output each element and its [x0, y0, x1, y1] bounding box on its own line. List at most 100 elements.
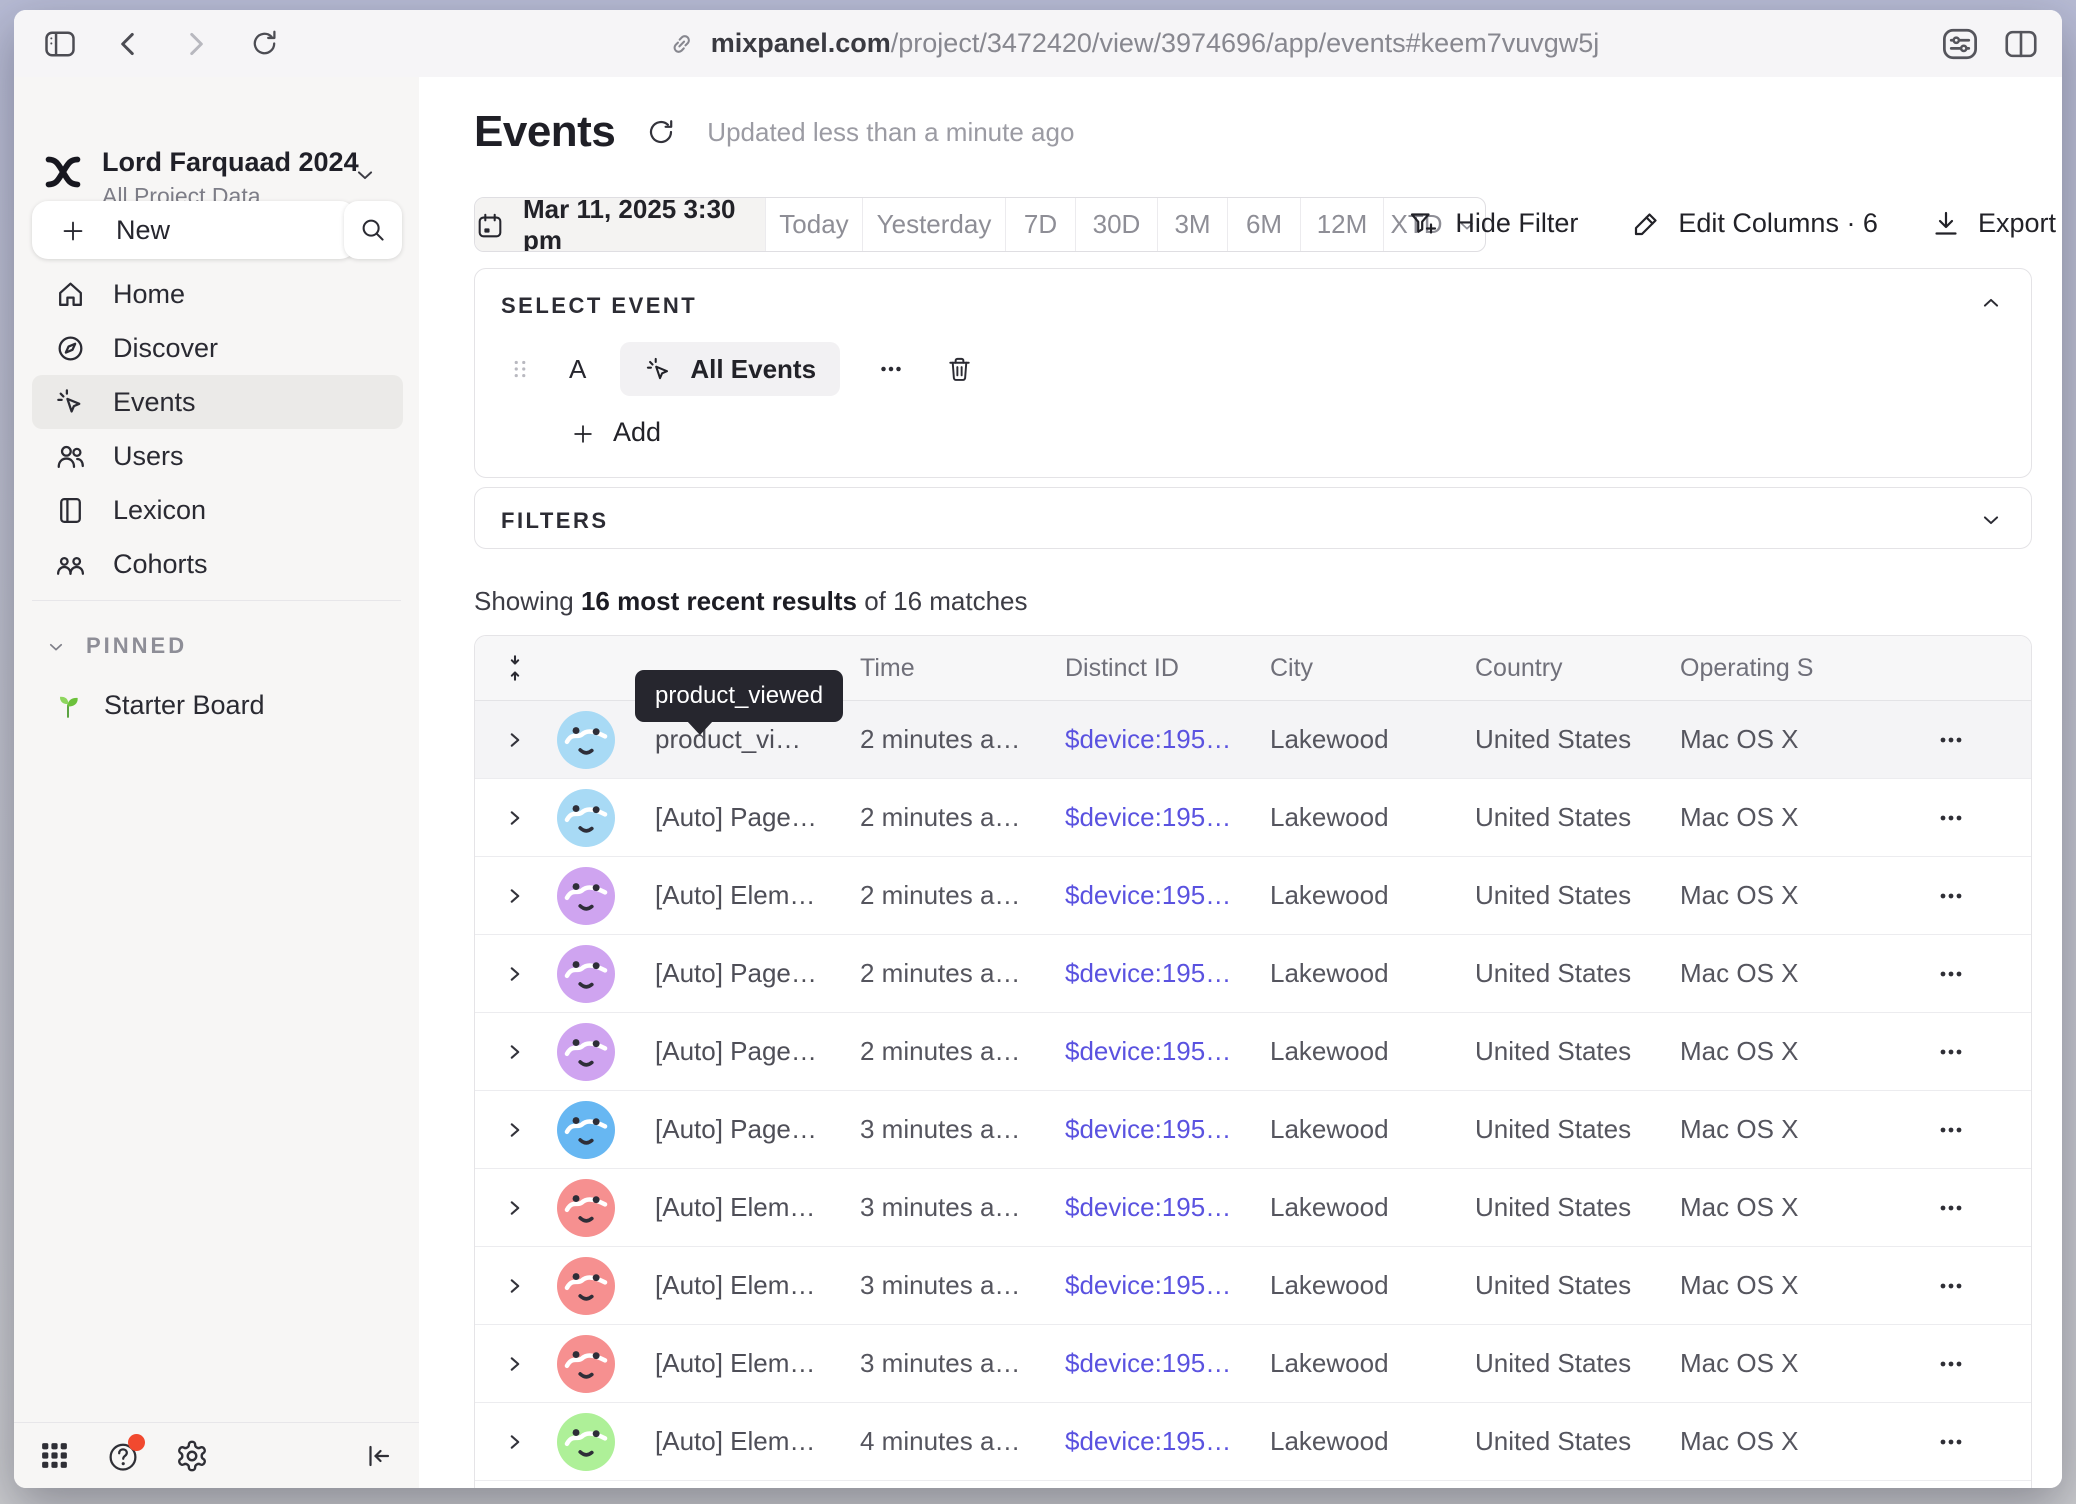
- forward-icon[interactable]: [174, 22, 218, 66]
- table-row[interactable]: [Auto] Page… 2 minutes a… $device:195… L…: [475, 779, 2031, 857]
- date-preset-12m[interactable]: 12M: [1300, 198, 1383, 251]
- row-actions-icon[interactable]: [1870, 1114, 2031, 1146]
- filters-title: FILTERS: [501, 508, 609, 534]
- table-row[interactable]: [Auto] Elem… 3 minutes a… $device:195… L…: [475, 1247, 2031, 1325]
- sidebar-item-starter-board[interactable]: Starter Board: [52, 689, 265, 722]
- sidebar-item-events[interactable]: Events: [32, 375, 403, 429]
- table-row[interactable]: [Auto] Elem… 2 minutes a… $device:195… L…: [475, 857, 2031, 935]
- distinct-id-link[interactable]: $device:195…: [1040, 724, 1245, 755]
- user-avatar: [557, 711, 615, 769]
- column-header-city[interactable]: City: [1245, 654, 1450, 683]
- distinct-id-link[interactable]: $device:195…: [1040, 880, 1245, 911]
- event-row-letter: A: [569, 354, 586, 385]
- table-row[interactable]: [Auto] Elem… 4 minutes a… $device:195… L…: [475, 1403, 2031, 1481]
- table-row[interactable]: [Auto] Page… 2 minutes a… $device:195… L…: [475, 935, 2031, 1013]
- table-row[interactable]: [Auto] Elem… 3 minutes a… $device:195… L…: [475, 1169, 2031, 1247]
- chevron-down-icon[interactable]: [1977, 506, 2005, 534]
- row-actions-icon[interactable]: [1870, 724, 2031, 756]
- event-selector-pill[interactable]: All Events: [620, 342, 840, 396]
- help-icon[interactable]: [105, 1438, 141, 1474]
- sidebar-item-users[interactable]: Users: [32, 429, 403, 483]
- distinct-id-link[interactable]: $device:195…: [1040, 1192, 1245, 1223]
- more-options-icon[interactable]: [876, 354, 906, 384]
- gear-icon[interactable]: [175, 1439, 209, 1473]
- row-actions-icon[interactable]: [1870, 1426, 2031, 1458]
- row-actions-icon[interactable]: [1870, 1348, 2031, 1380]
- row-expand-chevron-icon[interactable]: [487, 1117, 542, 1143]
- row-expand-chevron-icon[interactable]: [487, 1039, 542, 1065]
- event-time: 2 minutes a…: [835, 1036, 1040, 1067]
- distinct-id-link[interactable]: $device:195…: [1040, 1348, 1245, 1379]
- event-name: [Auto] Elem…: [630, 1192, 835, 1223]
- row-actions-icon[interactable]: [1870, 880, 2031, 912]
- drag-handle-icon[interactable]: [505, 354, 535, 384]
- refresh-icon[interactable]: [645, 116, 677, 148]
- distinct-id-link[interactable]: $device:195…: [1040, 802, 1245, 833]
- table-row[interactable]: [Auto] Page… 2 minutes a… $device:195… L…: [475, 1013, 2031, 1091]
- sidebar: Lord Farquaad 2024 All Project Data New …: [14, 77, 420, 1488]
- date-preset-7d[interactable]: 7D: [1005, 198, 1075, 251]
- date-preset-6m[interactable]: 6M: [1227, 198, 1300, 251]
- row-expand-chevron-icon[interactable]: [487, 1351, 542, 1377]
- collapse-sidebar-icon[interactable]: [363, 1440, 395, 1472]
- events-table-body: product_vi… 2 minutes a… $device:195… La…: [475, 701, 2031, 1488]
- project-switcher[interactable]: Lord Farquaad 2024 All Project Data: [14, 107, 419, 199]
- row-expand-chevron-icon[interactable]: [487, 1429, 542, 1455]
- browser-sidebar-toggle-icon[interactable]: [38, 22, 82, 66]
- distinct-id-link[interactable]: $device:195…: [1040, 1270, 1245, 1301]
- distinct-id-link[interactable]: $device:195…: [1040, 1114, 1245, 1145]
- date-preset-3m[interactable]: 3M: [1157, 198, 1227, 251]
- date-preset-today[interactable]: Today: [765, 198, 862, 251]
- collapse-rows-icon[interactable]: [487, 653, 542, 683]
- row-expand-chevron-icon[interactable]: [487, 1273, 542, 1299]
- date-preset-yesterday[interactable]: Yesterday: [862, 198, 1005, 251]
- event-os: Mac OS X: [1655, 724, 1870, 755]
- select-event-title: SELECT EVENT: [501, 293, 697, 319]
- back-icon[interactable]: [106, 22, 150, 66]
- column-header-operating-system[interactable]: Operating S: [1655, 654, 1870, 683]
- row-actions-icon[interactable]: [1870, 1270, 2031, 1302]
- event-os: Mac OS X: [1655, 880, 1870, 911]
- chevron-up-icon[interactable]: [1977, 289, 2005, 317]
- pinned-section-header[interactable]: PINNED: [44, 633, 187, 659]
- reload-icon[interactable]: [242, 22, 286, 66]
- distinct-id-link[interactable]: $device:195…: [1040, 1426, 1245, 1457]
- table-row[interactable]: [475, 1481, 2031, 1488]
- row-expand-chevron-icon[interactable]: [487, 805, 542, 831]
- row-expand-chevron-icon[interactable]: [487, 961, 542, 987]
- add-event-button[interactable]: Add: [569, 417, 661, 448]
- hide-filter-button[interactable]: Hide Filter: [1407, 207, 1578, 240]
- split-view-icon[interactable]: [2002, 25, 2040, 63]
- search-button[interactable]: [344, 201, 402, 259]
- address-bar[interactable]: mixpanel.com/project/3472420/view/397469…: [667, 10, 1600, 77]
- sidebar-item-lexicon[interactable]: Lexicon: [32, 483, 403, 537]
- date-preset-30d[interactable]: 30D: [1075, 198, 1157, 251]
- distinct-id-link[interactable]: $device:195…: [1040, 1036, 1245, 1067]
- event-country: United States: [1450, 1426, 1655, 1457]
- column-header-country[interactable]: Country: [1450, 654, 1655, 683]
- row-actions-icon[interactable]: [1870, 958, 2031, 990]
- page-settings-icon[interactable]: [1940, 24, 1980, 64]
- column-header-time[interactable]: Time: [835, 654, 1040, 683]
- trash-icon[interactable]: [944, 354, 975, 385]
- row-expand-chevron-icon[interactable]: [487, 1195, 542, 1221]
- row-actions-icon[interactable]: [1870, 1036, 2031, 1068]
- date-picker-current[interactable]: Mar 11, 2025 3:30 pm: [475, 198, 765, 251]
- row-expand-chevron-icon[interactable]: [487, 727, 542, 753]
- export-button[interactable]: Export: [1930, 207, 2056, 240]
- sidebar-item-cohorts[interactable]: Cohorts: [32, 537, 403, 591]
- column-header-distinct-id[interactable]: Distinct ID: [1040, 654, 1245, 683]
- row-actions-icon[interactable]: [1870, 1192, 2031, 1224]
- new-button[interactable]: New: [32, 201, 356, 259]
- browser-window: mixpanel.com/project/3472420/view/397469…: [14, 10, 2062, 1488]
- apps-grid-icon[interactable]: [38, 1439, 71, 1472]
- sidebar-footer: [14, 1422, 419, 1488]
- edit-columns-button[interactable]: Edit Columns · 6: [1630, 207, 1878, 240]
- sidebar-item-discover[interactable]: Discover: [32, 321, 403, 375]
- table-row[interactable]: [Auto] Elem… 3 minutes a… $device:195… L…: [475, 1325, 2031, 1403]
- distinct-id-link[interactable]: $device:195…: [1040, 958, 1245, 989]
- sidebar-item-home[interactable]: Home: [32, 267, 403, 321]
- row-expand-chevron-icon[interactable]: [487, 883, 542, 909]
- row-actions-icon[interactable]: [1870, 802, 2031, 834]
- table-row[interactable]: [Auto] Page… 3 minutes a… $device:195… L…: [475, 1091, 2031, 1169]
